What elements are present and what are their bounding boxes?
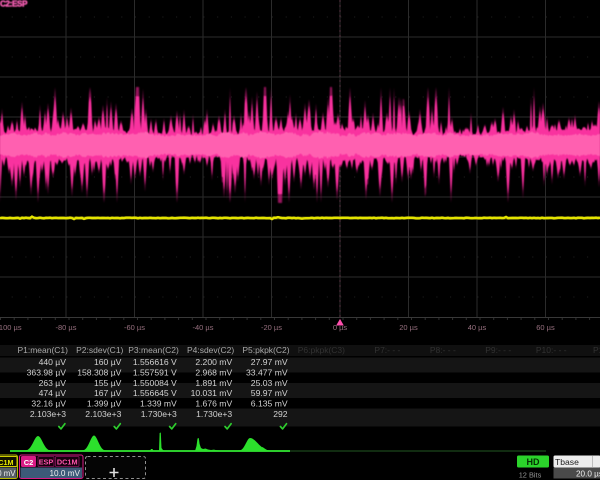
svg-text:C2: C2 bbox=[24, 458, 34, 467]
svg-text:27.97 mV: 27.97 mV bbox=[251, 357, 288, 367]
svg-text:2.103e+3: 2.103e+3 bbox=[30, 409, 66, 419]
svg-text:2.200 mV: 2.200 mV bbox=[195, 357, 232, 367]
svg-text:-100 µs: -100 µs bbox=[0, 323, 22, 332]
svg-text:33.477 mV: 33.477 mV bbox=[246, 367, 288, 377]
svg-text:1.891 mV: 1.891 mV bbox=[195, 378, 232, 388]
svg-text:20.0 µs: 20.0 µs bbox=[576, 469, 600, 478]
svg-text:1.730e+3: 1.730e+3 bbox=[141, 409, 177, 419]
svg-text:292: 292 bbox=[273, 409, 288, 419]
svg-text:1.339 mV: 1.339 mV bbox=[140, 399, 177, 409]
svg-text:P10:- - -: P10:- - - bbox=[536, 345, 567, 355]
svg-text:P4:sdev(C2): P4:sdev(C2) bbox=[187, 345, 234, 355]
svg-text:-20 µs: -20 µs bbox=[261, 323, 282, 332]
svg-text:P8:- - -: P8:- - - bbox=[430, 345, 456, 355]
svg-text:1.676 mV: 1.676 mV bbox=[195, 399, 232, 409]
svg-text:1.556645 V: 1.556645 V bbox=[133, 388, 177, 398]
svg-text:DC1M: DC1M bbox=[57, 458, 78, 467]
svg-text:160 µV: 160 µV bbox=[94, 357, 122, 367]
svg-text:DC1M: DC1M bbox=[0, 458, 14, 467]
svg-text:40 µs: 40 µs bbox=[468, 323, 487, 332]
svg-text:60 µs: 60 µs bbox=[536, 323, 555, 332]
svg-text:1.550084 V: 1.550084 V bbox=[133, 378, 177, 388]
svg-text:363.98 µV: 363.98 µV bbox=[27, 367, 67, 377]
svg-text:263 µV: 263 µV bbox=[39, 378, 67, 388]
svg-text:P6:pkpk(C3): P6:pkpk(C3) bbox=[298, 345, 345, 355]
svg-text:155 µV: 155 µV bbox=[94, 378, 122, 388]
svg-text:P2:sdev(C1): P2:sdev(C1) bbox=[76, 345, 123, 355]
svg-text:P7:- - -: P7:- - - bbox=[374, 345, 400, 355]
svg-text:1.557591 V: 1.557591 V bbox=[133, 367, 177, 377]
svg-text:-60 µs: -60 µs bbox=[124, 323, 145, 332]
svg-text:32.16 µV: 32.16 µV bbox=[31, 399, 66, 409]
svg-text:6.135 mV: 6.135 mV bbox=[251, 399, 288, 409]
svg-text:HD: HD bbox=[527, 457, 540, 467]
svg-text:P1: P1 bbox=[593, 345, 600, 355]
svg-text:P9:- - -: P9:- - - bbox=[485, 345, 511, 355]
svg-text:-80 µs: -80 µs bbox=[56, 323, 77, 332]
svg-text:12 Bits: 12 Bits bbox=[519, 471, 542, 480]
svg-text:P3:mean(C2): P3:mean(C2) bbox=[128, 345, 179, 355]
svg-text:2.103e+3: 2.103e+3 bbox=[85, 409, 121, 419]
svg-text:1.556616 V: 1.556616 V bbox=[133, 357, 177, 367]
svg-text:P5:pkpk(C2): P5:pkpk(C2) bbox=[242, 345, 289, 355]
svg-text:10.0 mV: 10.0 mV bbox=[50, 469, 81, 478]
svg-text:10.0 mV: 10.0 mV bbox=[0, 469, 16, 478]
svg-text:1.730e+3: 1.730e+3 bbox=[196, 409, 232, 419]
svg-text:P1:mean(C1): P1:mean(C1) bbox=[17, 345, 68, 355]
svg-text:Tbase: Tbase bbox=[555, 457, 579, 467]
svg-text:10.031 mV: 10.031 mV bbox=[191, 388, 233, 398]
svg-text:25.03 mV: 25.03 mV bbox=[251, 378, 288, 388]
svg-text:C2:ESP: C2:ESP bbox=[0, 0, 28, 9]
svg-text:474 µV: 474 µV bbox=[39, 388, 67, 398]
svg-text:59.97 mV: 59.97 mV bbox=[251, 388, 288, 398]
svg-text:167 µV: 167 µV bbox=[94, 388, 122, 398]
svg-text:1.399 µV: 1.399 µV bbox=[87, 399, 122, 409]
svg-text:20 µs: 20 µs bbox=[399, 323, 418, 332]
svg-text:-40 µs: -40 µs bbox=[193, 323, 214, 332]
svg-text:158.308 µV: 158.308 µV bbox=[77, 367, 121, 377]
svg-text:ESP: ESP bbox=[39, 458, 54, 467]
svg-text:440 µV: 440 µV bbox=[39, 357, 67, 367]
svg-text:2.968 mV: 2.968 mV bbox=[195, 367, 232, 377]
